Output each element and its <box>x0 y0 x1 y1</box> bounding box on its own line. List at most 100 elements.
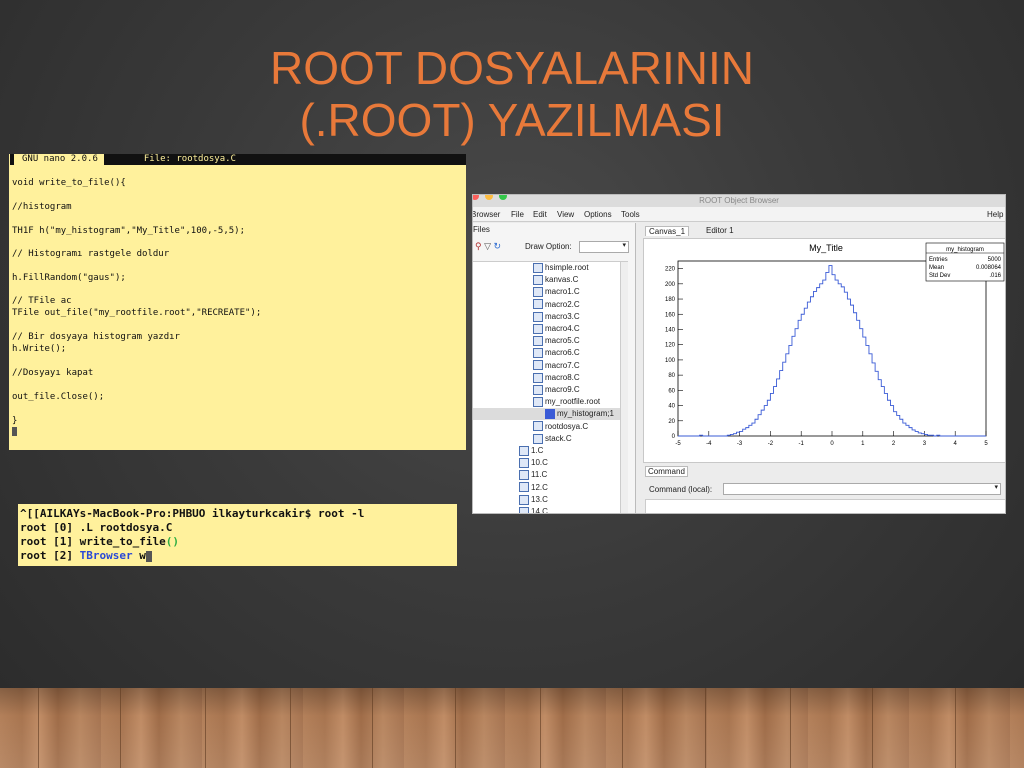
tab-editor[interactable]: Editor 1 <box>703 226 737 235</box>
y-tick-label: 180 <box>665 297 676 303</box>
tab-command[interactable]: Command <box>645 466 688 477</box>
tree-item[interactable]: macro2.C <box>533 299 580 311</box>
text-cursor <box>12 427 17 438</box>
window-titlebar[interactable]: ROOT Object Browser <box>473 195 1005 207</box>
tree-item-label: kanvas.C <box>545 275 579 285</box>
file-icon <box>533 397 543 408</box>
tree-item[interactable]: kanvas.C <box>533 274 578 286</box>
chevron-down-icon: ▾ <box>994 484 998 491</box>
y-tick-label: 40 <box>668 404 675 410</box>
toolbar-icons: ⚲ ▽ ↻ <box>475 241 501 252</box>
command-input[interactable]: ▾ <box>723 483 1001 495</box>
stats-label: Mean <box>929 265 944 271</box>
code-line: TH1F h("my_histogram","My_Title",100,-5,… <box>12 226 245 236</box>
tree-item[interactable]: stack.C <box>533 433 572 445</box>
file-icon <box>533 336 543 347</box>
tree-item-label: macro4.C <box>545 324 580 333</box>
tree-item[interactable]: hsimple.root <box>533 262 589 274</box>
menu-options[interactable]: Options <box>584 210 612 219</box>
tree-item-label: hsimple.root <box>545 263 589 272</box>
tree-item[interactable]: 11.C <box>519 469 547 481</box>
menu-help[interactable]: Help <box>987 210 1003 219</box>
code-line: //Dosyayı kapat <box>12 368 94 378</box>
tree-item[interactable]: 1.C <box>519 445 543 457</box>
title-line-2: (.ROOT) YAZILMASI <box>299 94 725 146</box>
code-line: // Histogramı rastgele doldur <box>12 249 170 259</box>
draw-option-label: Draw Option: <box>525 242 572 251</box>
tree-item[interactable]: macro4.C <box>533 323 580 335</box>
y-tick-label: 120 <box>665 343 676 349</box>
tree-item[interactable]: my_histogram;1 <box>473 408 628 421</box>
menu-browser[interactable]: Browser <box>473 210 500 219</box>
x-tick-label: -4 <box>706 441 712 447</box>
code-line: TFile out_file("my_rootfile.root","RECRE… <box>12 308 262 318</box>
shell-line: ^[[AILKAYs-MacBook-Pro:PHBUO ilkayturkca… <box>20 507 365 520</box>
tree-item-label: rootdosya.C <box>545 421 589 431</box>
refresh-icon[interactable]: ↻ <box>494 241 502 251</box>
tree-item[interactable]: my_rootfile.root <box>533 396 600 408</box>
y-tick-label: 140 <box>665 327 676 333</box>
menu-view[interactable]: View <box>557 210 574 219</box>
y-tick-label: 160 <box>665 312 676 318</box>
tree-item-label: macro9.C <box>545 385 580 394</box>
x-tick-label: -1 <box>799 441 805 447</box>
file-browser-panel: Files ⚲ ▽ ↻ Draw Option: ▾ hsimple.root k… <box>473 223 636 513</box>
x-tick-label: 2 <box>892 441 896 447</box>
code-line: h.FillRandom("gaus"); <box>12 273 126 283</box>
root-object-browser-window[interactable]: ROOT Object Browser Browser File Edit Vi… <box>472 194 1006 514</box>
histogram-chart: My_Title -5 -4 -3 -2 -1 0 1 2 3 4 5 0 20 40 60 80 100 120 1… <box>665 242 1005 447</box>
tree-item[interactable]: rootdosya.C <box>533 421 588 433</box>
tree-item[interactable]: macro1.C <box>533 286 580 298</box>
tree-item[interactable]: 13.C <box>519 494 548 506</box>
tree-item[interactable]: macro7.C <box>533 360 580 372</box>
nano-version: GNU nano 2.0.6 <box>22 154 98 164</box>
tree-item[interactable]: macro3.C <box>533 311 580 323</box>
file-icon <box>533 433 543 444</box>
tree-item-label: 10.C <box>531 458 548 468</box>
y-tick-label: 20 <box>668 419 675 425</box>
tree-scrollbar[interactable] <box>620 262 628 513</box>
title-line-1: ROOT DOSYALARININ <box>270 42 754 94</box>
tree-item[interactable]: 10.C <box>519 457 548 469</box>
tree-item-label: my_histogram;1 <box>557 409 614 419</box>
code-line: //histogram <box>12 202 72 212</box>
tab-canvas[interactable]: Canvas_1 <box>645 226 690 236</box>
tree-item[interactable]: macro9.C <box>533 384 580 396</box>
x-tick-label: 1 <box>861 441 865 447</box>
tree-item-label: macro2.C <box>545 299 580 309</box>
histogram-canvas[interactable]: My_Title -5 -4 -3 -2 -1 0 1 2 3 4 5 0 20 40 60 80 100 120 1… <box>643 238 1005 463</box>
shell-line: root [0] .L rootdosya.C <box>20 521 173 534</box>
command-panel: Command Command (local): ▾ <box>643 463 1005 513</box>
y-tick-label: 80 <box>668 373 675 379</box>
tree-item[interactable]: 14.C <box>519 506 548 513</box>
code-line: void write_to_file(){ <box>12 178 126 188</box>
tree-item[interactable]: 12.C <box>519 482 548 494</box>
tree-item-label: macro7.C <box>545 360 580 370</box>
tree-item-label: macro8.C <box>545 372 580 382</box>
root-shell-terminal[interactable]: ^[[AILKAYs-MacBook-Pro:PHBUO ilkayturkca… <box>18 504 457 566</box>
chevron-down-icon: ▾ <box>622 242 626 249</box>
tree-item[interactable]: macro5.C <box>533 335 580 347</box>
file-icon <box>533 299 543 310</box>
menu-edit[interactable]: Edit <box>533 210 547 219</box>
tree-item[interactable]: macro6.C <box>533 347 580 359</box>
y-tick-label: 100 <box>665 358 676 364</box>
draw-option-select[interactable]: ▾ <box>579 241 629 253</box>
x-tick-label: 0 <box>830 441 834 447</box>
stats-value: 5000 <box>988 257 1002 263</box>
filter-icon[interactable]: ⚲ <box>475 241 482 251</box>
tab-files[interactable]: Files <box>473 225 490 234</box>
file-icon <box>519 506 529 513</box>
x-tick-label: -3 <box>737 441 743 447</box>
window-title: ROOT Object Browser <box>699 196 779 205</box>
file-tree[interactable]: hsimple.root kanvas.C macro1.C macro2.C macr… <box>473 261 628 513</box>
menu-file[interactable]: File <box>511 210 524 219</box>
file-icon <box>533 372 543 383</box>
nano-editor-terminal[interactable]: GNU nano 2.0.6 File: rootdosya.C void wr… <box>9 154 466 450</box>
tree-item[interactable]: macro8.C <box>533 372 580 384</box>
tree-item-label: 11.C <box>531 470 548 480</box>
code-line: // TFile ac <box>12 296 72 306</box>
menu-tools[interactable]: Tools <box>621 210 640 219</box>
funnel-icon[interactable]: ▽ <box>484 241 491 251</box>
stats-label: Entries <box>929 257 948 263</box>
